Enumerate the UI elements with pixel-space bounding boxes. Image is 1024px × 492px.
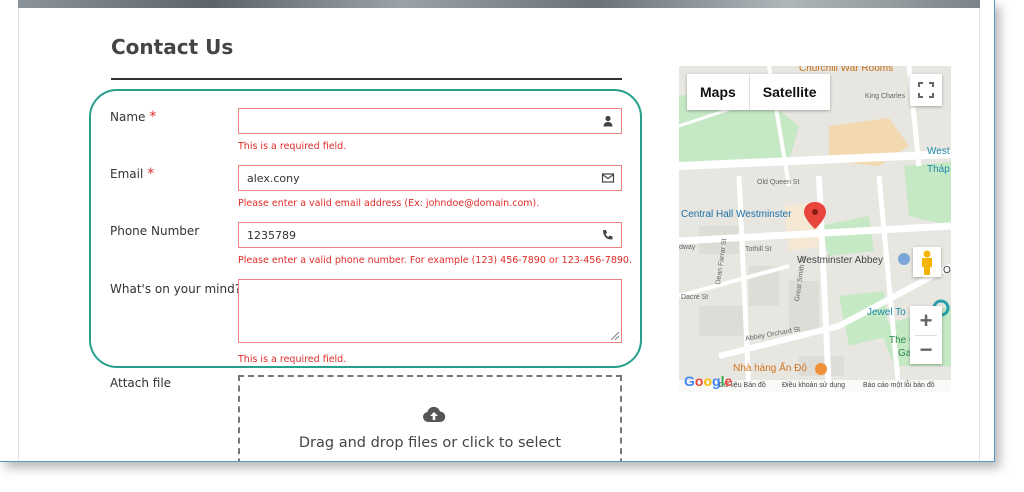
- map-label: King Charles: [865, 93, 906, 100]
- screenshot-frame: Contact Us Name * This is a required fiel…: [0, 0, 995, 462]
- phone-error: Please enter a valid phone number. For e…: [238, 255, 632, 266]
- google-logo[interactable]: Google: [684, 373, 732, 389]
- map-report-link[interactable]: Báo cáo một lỗi bản đồ: [863, 382, 935, 389]
- google-logo-letter: g: [712, 373, 721, 389]
- map-label: Nhà hàng Ấn Độ: [733, 363, 807, 374]
- map-label: Old Queen St: [757, 179, 800, 186]
- name-label-text: Name: [110, 110, 146, 124]
- street-view-button[interactable]: [913, 247, 941, 277]
- map-label: West: [927, 146, 950, 157]
- map-type-satellite-button[interactable]: Satellite: [750, 74, 830, 110]
- zoom-out-button[interactable]: −: [910, 335, 942, 364]
- pegman-icon: [922, 250, 932, 275]
- map-label: Ol: [943, 265, 951, 276]
- name-field[interactable]: [238, 108, 622, 134]
- fullscreen-icon: [918, 82, 934, 98]
- content-left-edge: [18, 8, 19, 461]
- map-type-control: Maps Satellite: [687, 74, 830, 110]
- zoom-divider: [915, 335, 937, 336]
- phone-field[interactable]: 1235789: [238, 222, 622, 248]
- phone-value: 1235789: [247, 229, 296, 242]
- map-label: dway: [679, 244, 696, 251]
- fullscreen-button[interactable]: [910, 74, 942, 106]
- cloud-upload-icon: [423, 406, 446, 422]
- email-label-text: Email: [110, 167, 144, 181]
- message-label-text: What's on your mind?: [110, 282, 242, 296]
- map-label: Westminster Abbey: [797, 255, 883, 266]
- user-icon: [603, 115, 613, 127]
- zoom-in-button[interactable]: +: [910, 306, 942, 335]
- map-label: Tháp: [927, 164, 950, 175]
- map-label: Jewel To: [867, 307, 906, 318]
- google-logo-letter: o: [703, 373, 713, 389]
- envelope-icon: [601, 173, 615, 183]
- google-logo-letter: G: [684, 373, 695, 389]
- map-label: Churchill War Rooms: [799, 66, 894, 74]
- message-textarea[interactable]: [238, 279, 622, 343]
- required-mark: *: [149, 109, 157, 125]
- phone-icon: [603, 230, 613, 240]
- phone-label: Phone Number: [110, 224, 200, 238]
- attach-label: Attach file: [110, 376, 172, 390]
- name-label: Name *: [110, 109, 156, 125]
- map-widget[interactable]: Churchill War Rooms King Charles West Th…: [679, 66, 951, 392]
- zoom-control: + −: [910, 306, 942, 364]
- map-type-maps-button[interactable]: Maps: [687, 74, 749, 110]
- message-label: What's on your mind?*: [110, 281, 252, 297]
- google-logo-letter: e: [724, 373, 733, 389]
- message-error: This is a required field.: [238, 354, 347, 365]
- map-terms-link[interactable]: Điều khoản sử dụng: [782, 382, 845, 389]
- page-title: Contact Us: [111, 35, 234, 59]
- name-error: This is a required field.: [238, 141, 347, 152]
- title-divider: [111, 78, 622, 80]
- hero-image-strip: [18, 0, 980, 8]
- email-error: Please enter a valid email address (Ex: …: [238, 198, 540, 209]
- email-field[interactable]: alex.cony: [238, 165, 622, 191]
- content-right-edge: [979, 8, 980, 461]
- file-dropzone[interactable]: Drag and drop files or click to select: [238, 375, 622, 461]
- map-label: Tothill St: [745, 246, 772, 253]
- email-label: Email *: [110, 166, 154, 182]
- required-mark: *: [147, 166, 155, 182]
- resize-handle[interactable]: [611, 332, 619, 340]
- map-label: Central Hall Westminster: [681, 209, 792, 220]
- dropzone-text: Drag and drop files or click to select: [298, 435, 562, 451]
- email-value: alex.cony: [247, 172, 300, 185]
- map-label: Dacre St: [681, 294, 709, 301]
